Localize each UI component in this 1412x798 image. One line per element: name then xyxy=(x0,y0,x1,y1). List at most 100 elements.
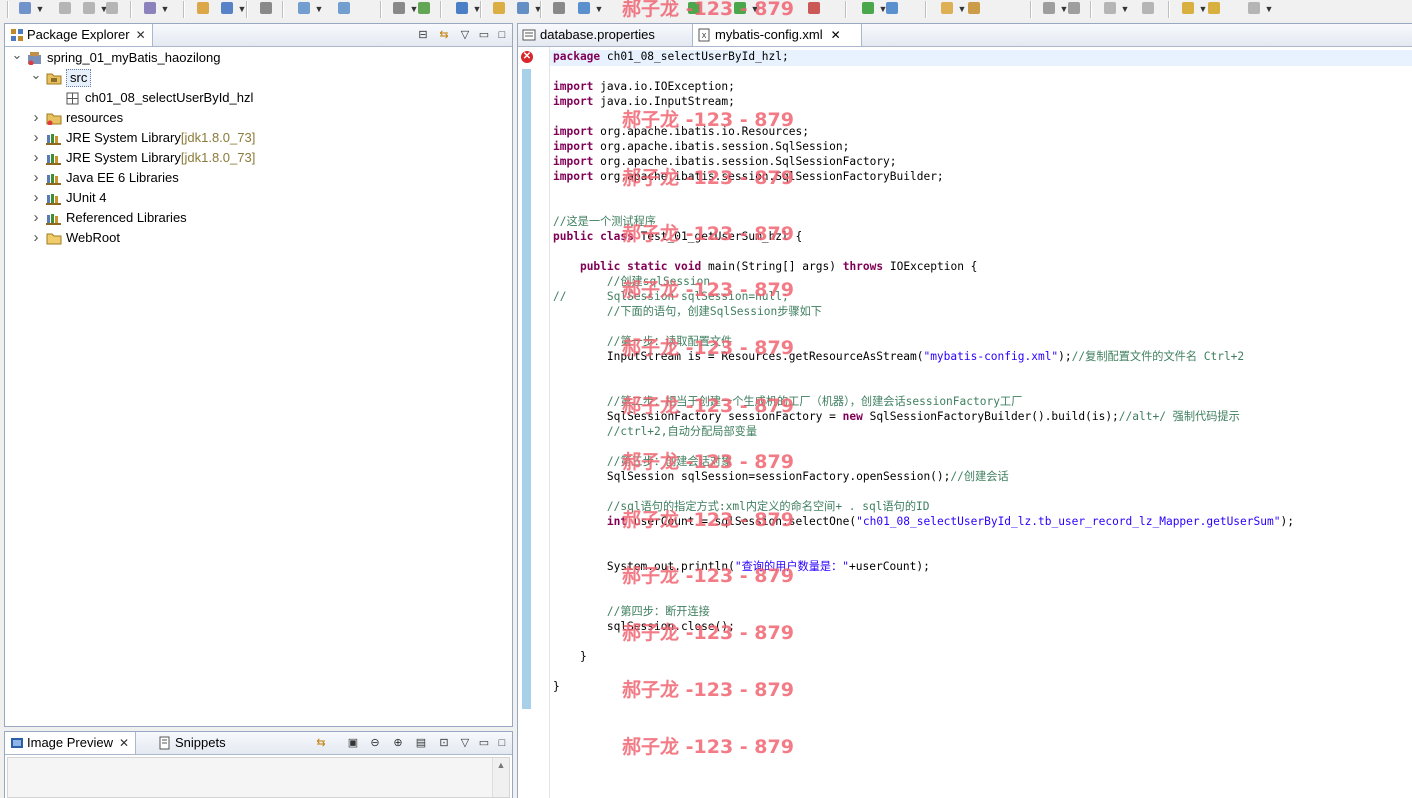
actual-size-icon[interactable]: ▤ xyxy=(413,735,429,751)
image-preview-canvas: ▲ xyxy=(7,757,510,798)
vertical-scrollbar[interactable]: ▲ xyxy=(492,758,509,797)
toolbar-separator xyxy=(183,1,185,18)
code-line: import java.io.InputStream; xyxy=(553,95,735,108)
save-icon[interactable] xyxy=(57,0,73,16)
chevron-right-icon[interactable]: › xyxy=(30,128,42,148)
collapse-all-icon[interactable]: ⊟ xyxy=(415,27,431,43)
tab-database-properties[interactable]: database.properties xyxy=(518,24,690,46)
run-server-icon[interactable] xyxy=(515,0,531,16)
save-icon[interactable] xyxy=(1102,0,1118,16)
chevron-right-icon[interactable]: › xyxy=(30,108,42,128)
chevron-right-icon[interactable]: › xyxy=(30,148,42,168)
maximize-icon[interactable]: □ xyxy=(494,735,510,751)
new-wizard-icon[interactable] xyxy=(1206,0,1222,16)
run-icon[interactable] xyxy=(686,0,702,16)
new-wizard-icon[interactable] xyxy=(142,0,158,16)
save-all-icon[interactable] xyxy=(81,0,97,16)
image-icon xyxy=(11,738,23,748)
save-all-icon[interactable] xyxy=(1140,0,1156,16)
chevron-down-icon[interactable]: ▼ xyxy=(1120,3,1130,15)
tab-snippets[interactable]: Snippets xyxy=(153,732,232,754)
chevron-right-icon[interactable]: › xyxy=(30,188,42,208)
toolbar-separator xyxy=(380,1,382,18)
tree-item-label: ch01_08_selectUserById_hzl xyxy=(85,90,254,105)
fit-image-icon[interactable]: ▣ xyxy=(345,735,361,751)
tab-image-preview[interactable]: Image Preview ✕ xyxy=(5,732,137,754)
view-menu-icon[interactable]: ▽ xyxy=(457,27,473,43)
tree-item-label: Referenced Libraries xyxy=(66,210,187,225)
chevron-right-icon[interactable]: › xyxy=(30,208,42,228)
edit-icon[interactable] xyxy=(884,0,900,16)
snippets-title: Snippets xyxy=(175,735,226,750)
coverage-icon[interactable] xyxy=(860,0,876,16)
back-icon[interactable] xyxy=(966,0,982,16)
deploy-icon[interactable] xyxy=(416,0,432,16)
code-line: //第二步：相当于创建一个生成机的工厂（机器），创建会话sessionFacto… xyxy=(606,395,1023,408)
tab-package-explorer[interactable]: Package Explorer ✕ xyxy=(5,24,153,46)
build-icon[interactable] xyxy=(258,0,274,16)
code-line: public static void main(String[] args) t… xyxy=(579,260,978,273)
tree-item-label: spring_01_myBatis_haozilong xyxy=(47,50,221,65)
package-icon[interactable] xyxy=(1246,0,1262,16)
debug-icon[interactable] xyxy=(296,0,312,16)
code-line: } xyxy=(553,680,560,693)
tree-item-label: WebRoot xyxy=(66,230,120,245)
view-menu-icon[interactable]: ▽ xyxy=(457,735,473,751)
link-with-editor-icon[interactable]: ⇆ xyxy=(436,27,452,43)
chevron-down-icon[interactable]: ▼ xyxy=(1264,3,1274,15)
tab-mybatis-config-xml[interactable]: X mybatis-config.xml ✕ xyxy=(692,24,862,46)
svg-text:X: X xyxy=(702,32,707,40)
open-type-icon[interactable] xyxy=(391,0,407,16)
tree-item-decoration: [jdk1.8.0_73] xyxy=(180,150,256,165)
chevron-down-icon[interactable]: ⌄ xyxy=(30,68,42,88)
code-line: import org.apache.ibatis.session.SqlSess… xyxy=(553,155,897,168)
maximize-icon[interactable]: □ xyxy=(494,27,510,43)
scroll-up-icon[interactable]: ▲ xyxy=(493,758,509,772)
minimize-icon[interactable]: ▭ xyxy=(476,27,492,43)
chevron-right-icon[interactable]: › xyxy=(30,228,42,248)
package-icon[interactable] xyxy=(195,0,211,16)
sync-icon[interactable]: ⇆ xyxy=(313,735,329,751)
chevron-down-icon[interactable]: ▼ xyxy=(35,3,45,15)
run-debug-icon[interactable] xyxy=(732,0,748,16)
code-line: import org.apache.ibatis.session.SqlSess… xyxy=(553,170,944,183)
close-icon[interactable]: ✕ xyxy=(136,28,146,42)
package-explorer-tabbar: Package Explorer ✕ ⊟ ⇆ ▽ ▭ □ xyxy=(5,24,512,47)
zoom-in-icon[interactable]: ⊕ xyxy=(390,735,406,751)
source-folder-error-icon xyxy=(46,111,62,126)
chevron-down-icon[interactable]: ▼ xyxy=(594,3,604,15)
chevron-down-icon[interactable]: ⌄ xyxy=(11,48,23,68)
code-line: SqlSession sqlSession=sessionFactory.ope… xyxy=(553,470,1009,483)
globe-icon[interactable] xyxy=(454,0,470,16)
toolbar-separator xyxy=(246,1,248,18)
new-icon[interactable] xyxy=(1066,0,1082,16)
code-line: //sql语句的指定方式:xml内定义的命名空间+ . sql语句的ID xyxy=(606,500,930,513)
new-icon[interactable] xyxy=(17,0,33,16)
chevron-down-icon[interactable]: ▼ xyxy=(314,3,324,15)
web-icon[interactable] xyxy=(576,0,592,16)
mark-icon[interactable] xyxy=(939,0,955,16)
search-icon[interactable] xyxy=(336,0,352,16)
code-line: public class Test_01_getUserSum_hzl { xyxy=(553,230,803,243)
server-icon[interactable] xyxy=(551,0,567,16)
code-line: //第三步：创建会话对象 xyxy=(606,455,733,468)
snippets-icon xyxy=(159,736,170,750)
close-icon[interactable]: ✕ xyxy=(119,736,129,750)
print-icon[interactable] xyxy=(104,0,120,16)
open-folder-icon[interactable] xyxy=(491,0,507,16)
fit-window-icon[interactable]: ⊡ xyxy=(436,735,452,751)
cube-icon[interactable] xyxy=(219,0,235,16)
zoom-out-icon[interactable]: ⊖ xyxy=(367,735,383,751)
refresh-icon[interactable] xyxy=(806,0,822,16)
forward-icon[interactable] xyxy=(1041,0,1057,16)
error-marker-icon[interactable]: ✕ xyxy=(521,51,533,63)
folder-icon xyxy=(46,231,62,245)
print-icon[interactable] xyxy=(1180,0,1196,16)
chevron-down-icon[interactable]: ▼ xyxy=(160,3,170,15)
minimize-icon[interactable]: ▭ xyxy=(476,735,492,751)
editor-tabbar: database.properties X mybatis-config.xml… xyxy=(518,24,1412,47)
chevron-right-icon[interactable]: › xyxy=(30,168,42,188)
code-line: //创建sqlSession xyxy=(606,275,711,288)
chevron-down-icon[interactable]: ▼ xyxy=(750,3,760,15)
close-icon[interactable]: ✕ xyxy=(831,28,841,42)
